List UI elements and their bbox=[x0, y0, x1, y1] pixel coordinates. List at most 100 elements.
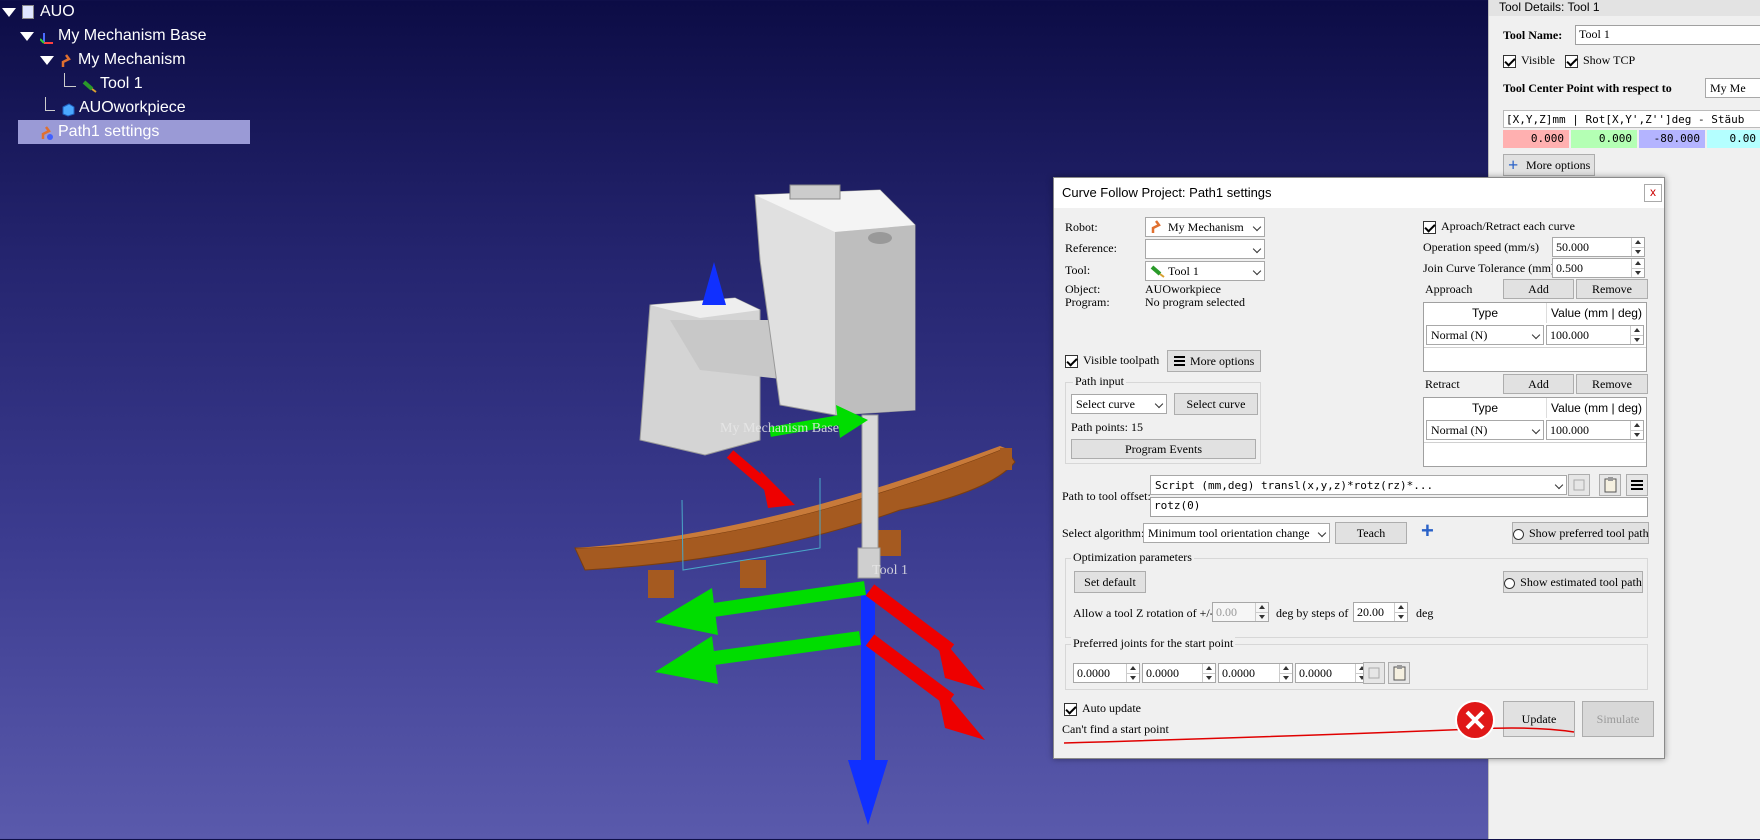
spin-up-icon[interactable] bbox=[1394, 603, 1407, 612]
joint-2-input[interactable]: 0.0000 bbox=[1142, 663, 1216, 683]
approach-table: Type Value (mm | deg) Normal (N) 100.000 bbox=[1423, 302, 1647, 372]
spin-up-icon[interactable] bbox=[1202, 664, 1215, 673]
approach-label: Approach bbox=[1425, 282, 1473, 296]
paste-icon[interactable] bbox=[1599, 474, 1621, 496]
approach-type-select[interactable]: Normal (N) bbox=[1426, 325, 1544, 345]
spin-up-icon[interactable] bbox=[1630, 326, 1643, 335]
algorithm-label: Select algorithm: bbox=[1062, 526, 1145, 540]
program-events-button[interactable]: Program Events bbox=[1071, 439, 1256, 459]
curve-follow-dialog: Curve Follow Project: Path1 settings x R… bbox=[1053, 177, 1665, 759]
tool-icon bbox=[82, 77, 97, 93]
spin-up-icon[interactable] bbox=[1279, 664, 1292, 673]
3d-viewport[interactable] bbox=[560, 150, 1030, 840]
joint-1-input[interactable]: 0.0000 bbox=[1073, 663, 1140, 683]
tree-item-mechanism[interactable]: My Mechanism bbox=[40, 48, 186, 72]
algorithm-select[interactable]: Minimum tool orientation change bbox=[1143, 523, 1330, 543]
tcp-z-value[interactable]: -80.000 bbox=[1639, 130, 1705, 148]
spin-down-icon[interactable] bbox=[1630, 335, 1643, 344]
visible-toolpath-label: Visible toolpath bbox=[1083, 353, 1160, 367]
retract-add-button[interactable]: Add bbox=[1503, 374, 1574, 394]
chevron-down-icon bbox=[1252, 244, 1262, 254]
tree-item-base[interactable]: My Mechanism Base bbox=[20, 24, 207, 48]
workpiece-model bbox=[574, 446, 1016, 598]
path-offset-select[interactable]: Script (mm,deg) transl(x,y,z)*rotz(rz)*.… bbox=[1150, 475, 1567, 495]
expand-icon[interactable] bbox=[40, 55, 54, 65]
set-default-button[interactable]: Set default bbox=[1074, 571, 1146, 593]
tool-select[interactable]: Tool 1 bbox=[1145, 261, 1265, 281]
reference-select[interactable] bbox=[1145, 239, 1265, 259]
copy-icon[interactable] bbox=[1568, 474, 1590, 496]
spin-up-icon[interactable] bbox=[1631, 259, 1644, 268]
paste-icon[interactable] bbox=[1388, 662, 1410, 684]
spin-up-icon[interactable] bbox=[1126, 664, 1139, 673]
retract-type-select[interactable]: Normal (N) bbox=[1426, 420, 1544, 440]
robot-select[interactable]: My Mechanism bbox=[1145, 217, 1265, 237]
pose-format-combo[interactable]: [X,Y,Z]mm | Rot[X,Y',Z'']deg - Stäub bbox=[1503, 110, 1760, 128]
menu-icon[interactable] bbox=[1626, 474, 1648, 496]
program-value: No program selected bbox=[1145, 295, 1245, 309]
spin-down-icon[interactable] bbox=[1631, 247, 1644, 256]
allow-rotation-input[interactable]: 0.00 bbox=[1212, 602, 1269, 622]
tree-item-workpiece[interactable]: AUOworkpiece bbox=[45, 96, 186, 120]
spin-down-icon[interactable] bbox=[1630, 430, 1643, 439]
spin-up-icon[interactable] bbox=[1630, 421, 1643, 430]
spin-down-icon[interactable] bbox=[1394, 612, 1407, 621]
tree-item-tool[interactable]: Tool 1 bbox=[60, 72, 143, 96]
close-button[interactable]: x bbox=[1644, 184, 1662, 202]
more-options-button[interactable]: + More options bbox=[1503, 154, 1595, 176]
add-icon[interactable]: + bbox=[1421, 518, 1434, 544]
retract-value-input[interactable]: 100.000 bbox=[1546, 420, 1644, 440]
tcp-reference-select[interactable]: My Me bbox=[1705, 78, 1760, 98]
spin-up-icon[interactable] bbox=[1255, 603, 1268, 612]
dialog-title: Curve Follow Project: Path1 settings bbox=[1054, 178, 1664, 208]
approach-value-input[interactable]: 100.000 bbox=[1546, 325, 1644, 345]
table-divider bbox=[1424, 347, 1646, 348]
approach-add-button[interactable]: Add bbox=[1503, 279, 1574, 299]
more-options-button[interactable]: More options bbox=[1167, 350, 1261, 372]
path-offset-input[interactable]: rotz(0) bbox=[1150, 497, 1648, 517]
tool-name-input[interactable]: Tool 1 bbox=[1575, 25, 1760, 45]
spin-down-icon[interactable] bbox=[1202, 673, 1215, 682]
tcp-reference-value: My Me bbox=[1710, 81, 1746, 95]
chevron-down-icon bbox=[1317, 528, 1327, 538]
approach-retract-checkbox[interactable] bbox=[1423, 220, 1436, 234]
table-divider bbox=[1424, 442, 1646, 443]
operation-speed-input[interactable]: 50.000 bbox=[1552, 237, 1645, 257]
visible-checkbox[interactable] bbox=[1503, 54, 1516, 68]
tree-label: Tool 1 bbox=[100, 75, 143, 92]
spin-down-icon[interactable] bbox=[1631, 268, 1644, 277]
tree-label: My Mechanism bbox=[78, 51, 186, 68]
spin-down-icon[interactable] bbox=[1255, 612, 1268, 621]
tcp-x-value[interactable]: 0.000 bbox=[1503, 130, 1569, 148]
visible-toolpath-row[interactable]: Visible toolpath bbox=[1065, 353, 1159, 368]
show-tcp-checkbox-row[interactable]: Show TCP bbox=[1565, 53, 1635, 68]
spin-down-icon[interactable] bbox=[1279, 673, 1292, 682]
approach-retract-label: Aproach/Retract each curve bbox=[1441, 219, 1575, 233]
tool-frame-axes bbox=[655, 581, 985, 825]
visible-toolpath-checkbox[interactable] bbox=[1065, 354, 1078, 368]
join-tolerance-input[interactable]: 0.500 bbox=[1552, 258, 1645, 278]
tree-item-path-settings[interactable]: Path1 settings bbox=[40, 120, 159, 144]
tcp-rx-value[interactable]: 0.00 bbox=[1707, 130, 1760, 148]
expand-icon[interactable] bbox=[2, 7, 16, 17]
spin-up-icon[interactable] bbox=[1631, 238, 1644, 247]
show-preferred-toolpath-button[interactable]: Show preferred tool path bbox=[1512, 522, 1649, 544]
approach-remove-button[interactable]: Remove bbox=[1576, 279, 1648, 299]
steps-input[interactable]: 20.00 bbox=[1353, 602, 1408, 622]
select-curve-combo[interactable]: Select curve bbox=[1071, 394, 1167, 414]
tree-item-root[interactable]: AUO bbox=[2, 0, 75, 24]
teach-button[interactable]: Teach bbox=[1335, 522, 1407, 544]
show-estimated-toolpath-button[interactable]: Show estimated tool path bbox=[1503, 571, 1643, 593]
visible-checkbox-row[interactable]: Visible bbox=[1503, 53, 1555, 68]
retract-remove-button[interactable]: Remove bbox=[1576, 374, 1648, 394]
tool-frame-label: Tool 1 bbox=[872, 563, 908, 578]
spin-down-icon[interactable] bbox=[1126, 673, 1139, 682]
expand-icon[interactable] bbox=[20, 31, 34, 41]
tcp-y-value[interactable]: 0.000 bbox=[1571, 130, 1637, 148]
select-curve-button[interactable]: Select curve bbox=[1174, 393, 1258, 415]
show-tcp-checkbox[interactable] bbox=[1565, 54, 1578, 68]
copy-icon[interactable] bbox=[1363, 662, 1385, 684]
joint-4-input[interactable]: 0.0000 bbox=[1295, 663, 1369, 683]
approach-retract-row[interactable]: Aproach/Retract each curve bbox=[1423, 219, 1575, 234]
joint-3-input[interactable]: 0.0000 bbox=[1218, 663, 1293, 683]
